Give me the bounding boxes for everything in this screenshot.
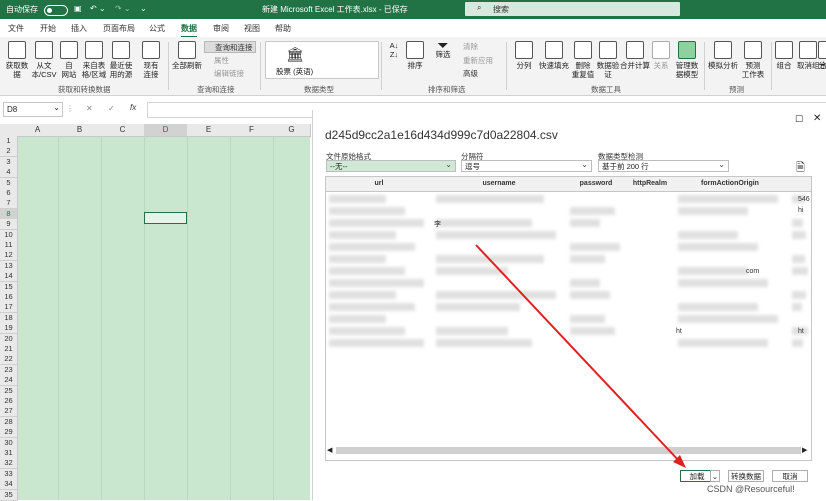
watermark: CSDN @Resourceful! xyxy=(707,484,795,494)
annotation-arrow xyxy=(475,244,686,468)
arrow-line xyxy=(475,244,682,464)
